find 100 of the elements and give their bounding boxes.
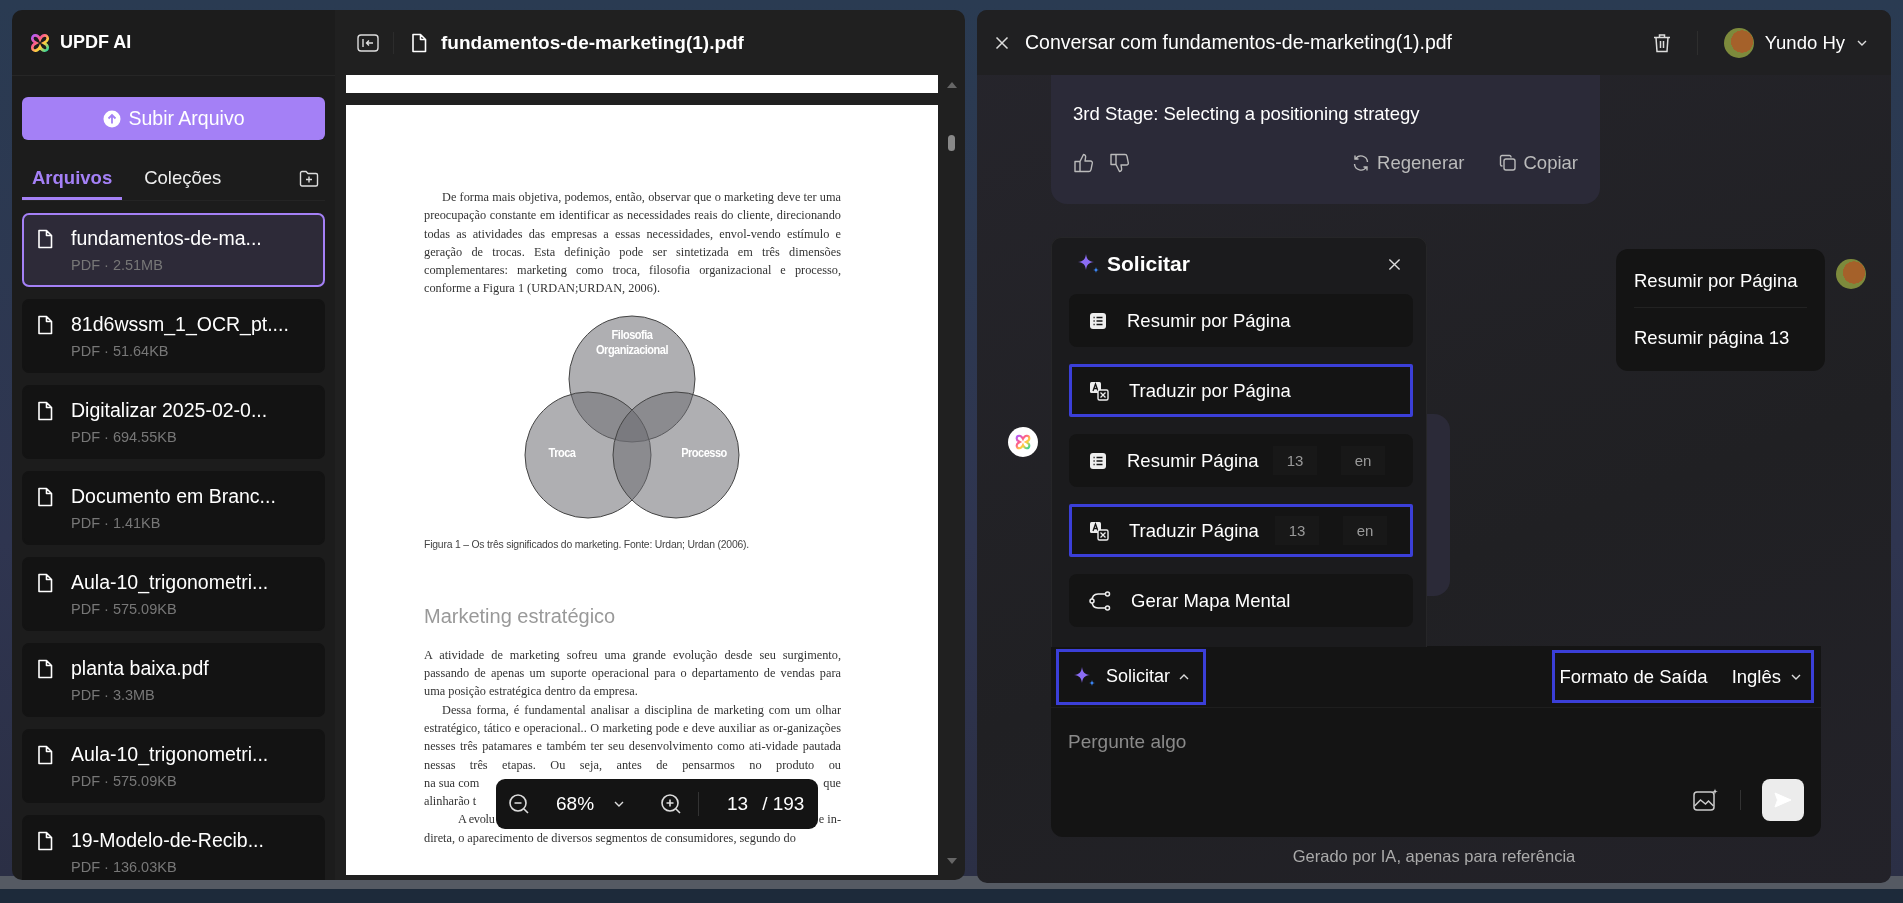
chevron-down-icon	[614, 801, 625, 807]
prompt-button[interactable]: Solicitar	[1056, 648, 1207, 705]
prompt-menu-item[interactable]: Resumir por Página	[1069, 294, 1413, 347]
translate-icon	[1089, 380, 1109, 401]
prompt-menu-item[interactable]: Gerar Mapa Mental	[1069, 574, 1413, 627]
file-name: Aula-10_trigonometri...	[71, 571, 270, 594]
chat-title: Conversar com fundamentos-de-marketing(1).pdf	[1025, 31, 1453, 54]
message-input[interactable]: Pergunte algo	[1068, 731, 1788, 753]
file-name: 81d6wssm_1_OCR_pt....	[71, 313, 290, 336]
file-icon	[37, 314, 53, 335]
file-icon	[37, 572, 53, 593]
mind-map-icon	[1089, 589, 1111, 612]
new-folder-icon[interactable]	[299, 170, 319, 188]
send-button[interactable]	[1762, 779, 1804, 821]
text-fragment: e in-	[817, 811, 841, 829]
document-title: fundamentos-de-marketing(1).pdf	[441, 31, 744, 54]
output-format-selector[interactable]: Formato de Saída Inglês	[1551, 650, 1814, 703]
message-action[interactable]: Regenerar	[1352, 152, 1465, 174]
thumbs-down-icon[interactable]	[1109, 152, 1131, 174]
message-text: Resumir página 13	[1634, 307, 1807, 371]
trash-icon[interactable]	[1652, 32, 1671, 53]
venn-label: Processo	[681, 444, 727, 460]
file-meta: PDF · 694.55KB	[71, 429, 178, 445]
file-card[interactable]: Aula-10_trigonometri... PDF · 575.09KB	[22, 729, 325, 803]
tab[interactable]: Arquivos	[22, 158, 123, 200]
file-icon	[37, 400, 53, 421]
zoom-out-icon[interactable]	[508, 793, 530, 815]
text-fragment: que	[823, 774, 841, 792]
message-action[interactable]: Copiar	[1498, 152, 1578, 174]
zoom-in-icon[interactable]	[660, 793, 683, 815]
tab[interactable]: Coleções	[134, 158, 232, 200]
app-logo-icon	[1014, 433, 1032, 451]
text-fragment: A evolu	[457, 811, 495, 829]
file-icon	[37, 744, 53, 765]
close-icon[interactable]	[995, 35, 1009, 50]
message-text: Resumir por Página	[1634, 269, 1799, 293]
file-icon	[37, 228, 53, 249]
page-number-field[interactable]: 13	[727, 793, 749, 815]
output-format-label: Formato de Saída	[1559, 665, 1708, 688]
thumbs-up-icon[interactable]	[1073, 152, 1095, 174]
file-name: 19-Modelo-de-Recib...	[71, 829, 265, 852]
scroll-up-icon[interactable]	[947, 81, 957, 89]
copy-icon	[1498, 154, 1517, 172]
user-avatar	[1836, 259, 1866, 289]
venn-label: Troca	[548, 444, 576, 460]
menu-title: Solicitar	[1107, 252, 1190, 276]
zoom-level[interactable]: 68%	[556, 793, 595, 815]
collapse-sidebar-icon[interactable]	[357, 33, 379, 52]
language-field[interactable]: en	[1343, 516, 1387, 545]
user-avatar[interactable]	[1723, 27, 1754, 58]
prompt-menu-item[interactable]: Traduzir Página 13 en	[1069, 504, 1413, 557]
list-icon	[1089, 451, 1107, 470]
chevron-up-icon	[1179, 673, 1190, 680]
page-field[interactable]: 13	[1273, 446, 1317, 475]
file-icon	[37, 658, 53, 679]
file-card[interactable]: 81d6wssm_1_OCR_pt.... PDF · 51.64KB	[22, 299, 325, 373]
text-fragment: na sua com	[424, 774, 480, 792]
file-meta: PDF · 3.3MB	[71, 687, 156, 703]
page-field[interactable]: 13	[1275, 516, 1319, 545]
file-meta: PDF · 51.64KB	[71, 343, 170, 359]
file-meta: PDF · 575.09KB	[71, 601, 178, 617]
section-heading: Marketing estratégico	[424, 603, 617, 629]
prompt-menu-item[interactable]: Resumir Página 13 en	[1069, 434, 1413, 487]
file-meta: PDF · 575.09KB	[71, 773, 178, 789]
file-meta: PDF · 136.03KB	[71, 859, 178, 875]
page-total: / 193	[762, 793, 805, 815]
sparkle-icon	[1077, 253, 1101, 275]
language-field[interactable]: en	[1341, 446, 1385, 475]
figure-caption: Figura 1 – Os três significados do marketing. Fonte: Urdan; Urdan (2006).	[424, 538, 750, 551]
prompt-menu-item[interactable]: Traduzir por Página	[1069, 364, 1413, 417]
file-card[interactable]: Aula-10_trigonometri... PDF · 575.09KB	[22, 557, 325, 631]
image-add-icon[interactable]	[1693, 788, 1719, 812]
translate-icon	[1089, 520, 1109, 541]
app-logo-icon	[29, 31, 51, 54]
disclaimer-text: Gerado por IA, apenas para referência	[1292, 847, 1576, 866]
app-name: UPDF AI	[60, 32, 132, 53]
close-icon[interactable]	[1388, 257, 1401, 271]
refresh-icon	[1352, 154, 1371, 172]
upload-icon	[102, 109, 121, 128]
scrollbar-thumb[interactable]	[948, 135, 955, 151]
file-name: fundamentos-de-ma...	[71, 227, 263, 250]
file-name: Documento em Branc...	[71, 485, 277, 508]
chevron-down-icon	[1857, 39, 1867, 46]
file-name: Aula-10_trigonometri...	[71, 743, 270, 766]
file-card[interactable]: planta baixa.pdf PDF · 3.3MB	[22, 643, 325, 717]
file-card[interactable]: 19-Modelo-de-Recib... PDF · 136.03KB	[22, 815, 325, 880]
output-format-value[interactable]: Inglês	[1731, 665, 1781, 688]
text-line: direta, o aparecimento de diversos segmentos de consumidores, segundo do	[424, 829, 796, 847]
list-icon	[1089, 311, 1107, 330]
document-icon	[411, 32, 427, 53]
file-icon	[37, 486, 53, 507]
file-meta: PDF · 1.41KB	[71, 515, 162, 531]
file-card[interactable]: Documento em Branc... PDF · 1.41KB	[22, 471, 325, 545]
paragraph: A atividade de marketing sofreu uma grande evolução desde seu surgimento, passando de apenas um suporte operacional para o departamento de vendas para uma posição estratégica dentro da empresa.	[424, 646, 841, 701]
user-name[interactable]: Yundo Hy	[1764, 31, 1845, 54]
file-card[interactable]: Digitalizar 2025-02-0... PDF · 694.55KB	[22, 385, 325, 459]
file-card[interactable]: fundamentos-de-ma... PDF · 2.51MB	[22, 213, 325, 287]
text-fragment: alinharão t	[424, 793, 477, 811]
scroll-down-icon[interactable]	[947, 857, 957, 865]
chevron-down-icon	[1791, 673, 1801, 680]
